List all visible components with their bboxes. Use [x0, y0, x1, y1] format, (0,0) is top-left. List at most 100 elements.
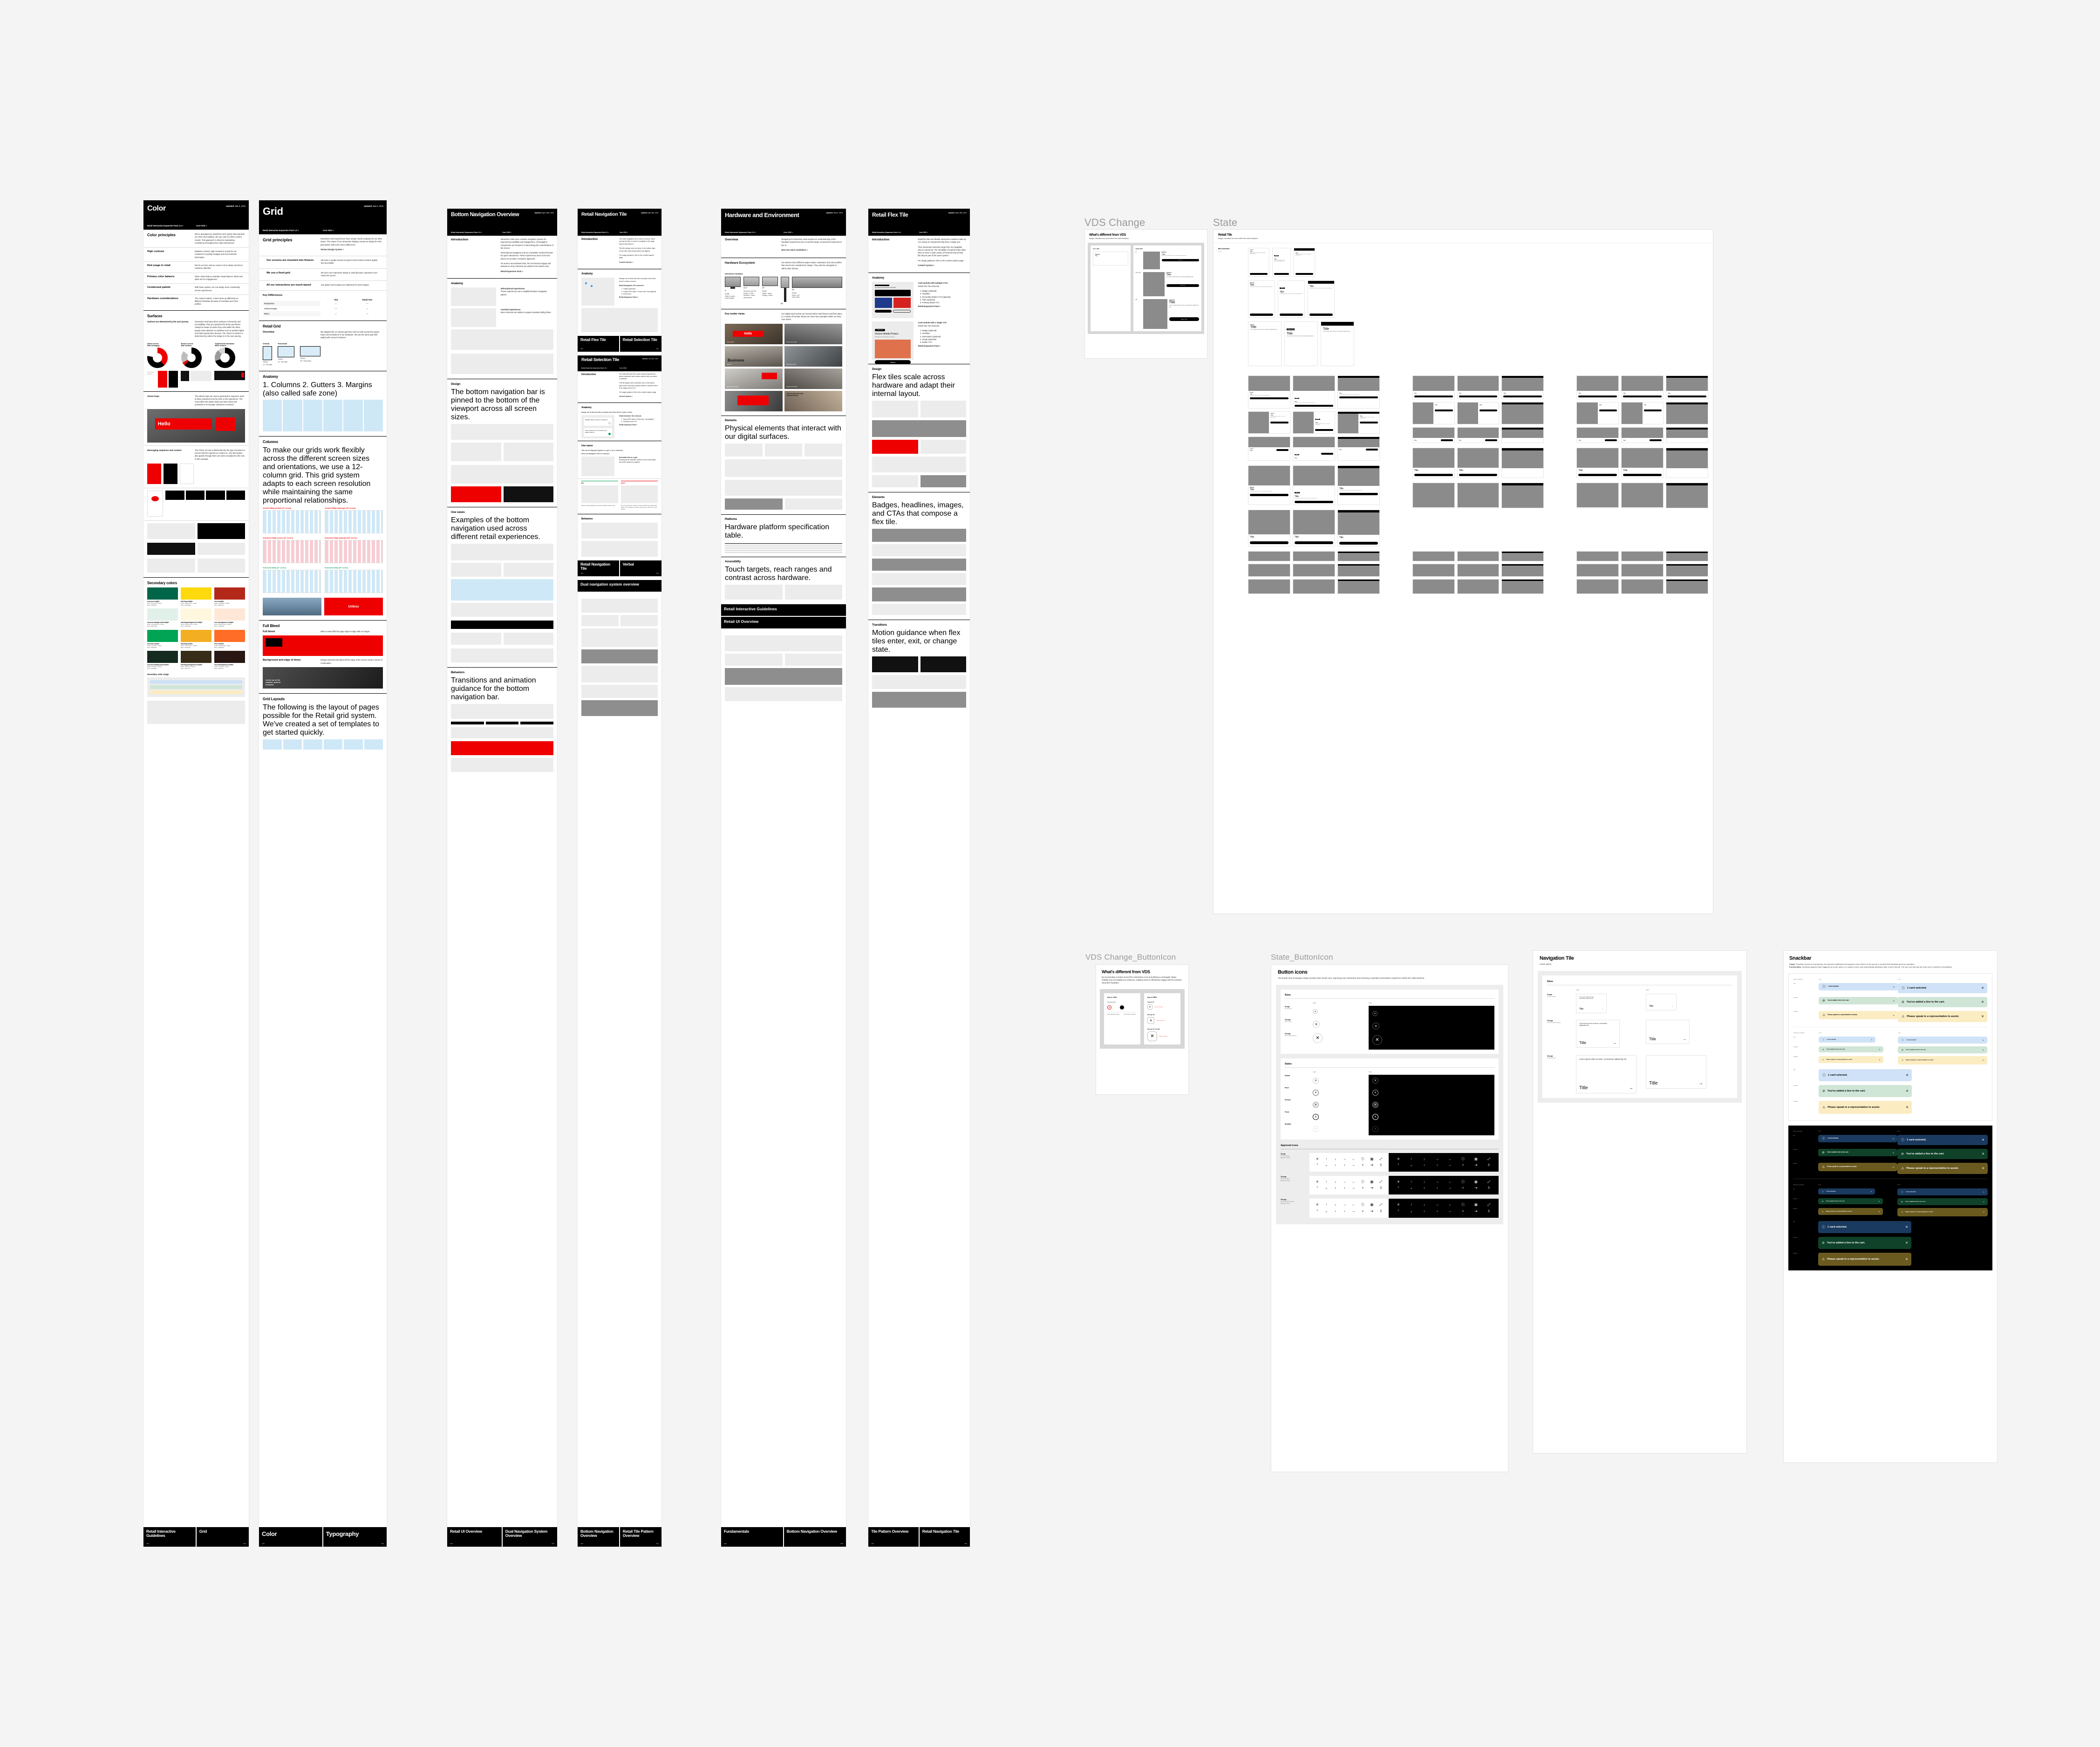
section-attract-loops: Attract loops The Attract loops are used…	[143, 391, 249, 443]
snackbar-warning-dark[interactable]: ⚠ Please speak to a representative to ass…	[1818, 1253, 1911, 1266]
snackbar-success[interactable]: ⊘ You've added a line to the cart. ✕	[1898, 997, 1987, 1007]
footer-prev[interactable]: Retail UI Overview ←	[447, 1527, 502, 1547]
snackbar-info[interactable]: ⓘ 1 card selected. ✕	[1898, 983, 1987, 993]
snackbar-success-dark[interactable]: ⊘ You've added a line to the cart. ✕	[1818, 1237, 1911, 1249]
inline-divider-guidelines[interactable]: Retail Interactive Guidelines Retail UI …	[721, 604, 846, 628]
breadcrumb-left[interactable]: Retail Interactive Expansion Pack 1.0 >	[263, 229, 323, 232]
footer-prev[interactable]: Tile Pattern Overview ←	[868, 1527, 919, 1547]
snackbar-success[interactable]: ⊘ You've added a line to the cart. ✕	[1819, 997, 1898, 1004]
snackbar-warning[interactable]: ⚠ Please speak to a representative to ass…	[1819, 1101, 1912, 1114]
figma-canvas[interactable]: Color Updated: Mar 6, 2023 Retail Intera…	[0, 0, 2100, 1747]
snackbar-warning[interactable]: ⚠ Please speak to a representative to ass…	[1819, 1011, 1898, 1019]
doc-footer-nav[interactable]: Retail Interactive Guidelines ← Grid →	[143, 1527, 249, 1547]
frame-label-state[interactable]: State	[1213, 217, 1237, 229]
breadcrumb-left[interactable]: Retail Interactive Expansion Pack 1.0 >	[451, 232, 502, 233]
doc-footer-nav[interactable]: Bottom Navigation Overview ← Retail Tile …	[578, 1527, 661, 1547]
frame-label-state-buttonicon[interactable]: State_ButtonIcon	[1271, 953, 1333, 962]
panel-snackbar[interactable]: Snackbar Usage: Snackbar serves as a tem…	[1783, 950, 1998, 1463]
chevron-right-icon: ›	[1344, 1187, 1345, 1190]
arrow-right-icon: →	[655, 346, 659, 351]
exit-icon: ⇥	[1474, 1209, 1478, 1213]
navigation-tile[interactable]: Title →	[1646, 993, 1677, 1010]
navigation-tile[interactable]: Title →	[1646, 1055, 1706, 1089]
snackbar-info-dark[interactable]: ⓘ 1 card selected. ✕	[1897, 1188, 1988, 1195]
footer-prev[interactable]: Fundamentals ←	[721, 1527, 784, 1547]
snackbar-success-dark[interactable]: ⊘ You've added a line to the cart. ✕	[1818, 1198, 1883, 1204]
snackbar-info-dark[interactable]: ⓘ 1 card selected. ✕	[1818, 1135, 1897, 1142]
breadcrumb-left[interactable]: Retail Interactive Expansion Pack 1.0 >	[147, 225, 196, 227]
footer-next[interactable]: Bottom Navigation Overview →	[784, 1527, 846, 1547]
footer-prev[interactable]: Retail Interactive Guidelines ←	[143, 1527, 196, 1547]
inline-divider-nav-verbal[interactable]: Retail Navigation Tile ← Verbal → Dual nav…	[578, 560, 661, 592]
snackbar-success[interactable]: ⊘ You've added a line to the cart. ✕	[1819, 1046, 1884, 1052]
breadcrumb-right[interactable]: Core VDS >	[784, 232, 793, 233]
frame-label-vds-change-buttonicon[interactable]: VDS Change_ButtonIcon	[1085, 953, 1176, 962]
navigation-tile[interactable]: Lorem ipsum dolor sit amet, consectetur …	[1576, 993, 1607, 1013]
breadcrumb-left[interactable]: Retail Interactive Expansion Pack 1.0 >	[872, 232, 919, 233]
section-link[interactable]: Verizon Design System >	[320, 248, 383, 251]
breadcrumb-right[interactable]: Core VDS >	[323, 229, 334, 232]
footer-prev[interactable]: Bottom Navigation Overview ←	[578, 1527, 620, 1547]
breadcrumb-right[interactable]: Core VDS >	[919, 232, 928, 233]
snackbar-info[interactable]: ⓘ 1 card selected. ✕	[1819, 983, 1898, 990]
snackbar-warning[interactable]: ⚠ Please speak to a representative to ass…	[1898, 1056, 1987, 1065]
snackbar-warning-dark[interactable]: ⚠ Please speak to a representative to ass…	[1897, 1208, 1988, 1216]
chevron-left-icon: ‹	[1424, 1209, 1425, 1213]
panel-state[interactable]: Retail Tile Margin, elevation and color …	[1213, 229, 1713, 914]
snackbar-warning[interactable]: ⚠ Please speak to a representative to ass…	[1898, 1011, 1987, 1022]
footer-next[interactable]: Dual Navigation System Overview →	[502, 1527, 557, 1547]
navigation-tile[interactable]: Title →	[1646, 1019, 1690, 1044]
doc-hardware-environment[interactable]: Hardware and Environment Updated: Mar 6,…	[721, 209, 846, 1547]
doc-retail-flex-tile[interactable]: Retail Flex Tile Updated: April 18th, 20…	[868, 209, 970, 1547]
panel-vds-change-buttonicon[interactable]: What's different from VDS By incorporati…	[1096, 964, 1189, 1095]
footer-next[interactable]: Grid →	[196, 1527, 249, 1547]
doc-grid[interactable]: Grid Updated: Mar 6, 2023 Retail Interac…	[259, 200, 387, 1547]
snackbar-success-dark[interactable]: ⊘ You've added a line to the cart. ✕	[1897, 1149, 1988, 1159]
footer-next[interactable]: Retail Navigation Tile →	[919, 1527, 970, 1547]
breadcrumb-right[interactable]: Core VDS >	[502, 232, 511, 233]
snackbar-success[interactable]: ⊘ You've added a line to the cart. ✕	[1898, 1046, 1987, 1053]
info-icon: ⓘ	[1902, 1038, 1904, 1041]
doc-footer-nav[interactable]: Tile Pattern Overview ← Retail Navigation…	[868, 1527, 970, 1547]
arrow-left-icon: ←	[261, 1541, 266, 1545]
footer-next[interactable]: Typography →	[323, 1527, 387, 1547]
subhead: Secondary color usage	[147, 673, 169, 676]
doc-bottom-navigation[interactable]: Bottom Navigation Overview Updated: Apri…	[447, 209, 557, 1547]
doc-retail-selection-tile[interactable]: Retail Selection Tile Updated: April 18t…	[578, 355, 661, 557]
inline-divider-flex-selection[interactable]: Retail Flex Tile ← Retail Selection Tile →	[578, 336, 661, 352]
section-secondary-colors: Secondary colors success-onlight RGB: 0/1…	[143, 577, 249, 724]
snackbar-info-dark[interactable]: ⓘ 1 card selected. ✕	[1818, 1221, 1911, 1233]
footer-next[interactable]: Retail Tile Pattern Overview →	[620, 1527, 661, 1547]
snackbar-info-dark[interactable]: ⓘ 1 card selected. ✕	[1897, 1135, 1988, 1145]
snackbar-info-dark[interactable]: ⓘ 1 card selected. ✕	[1818, 1188, 1875, 1194]
doc-color[interactable]: Color Updated: Mar 6, 2023 Retail Intera…	[143, 200, 249, 1547]
panel-state-buttonicon[interactable]: Button icons The border and rectangular …	[1271, 964, 1508, 1472]
navigation-tile[interactable]: Lorem ipsum dolor sit amet, consectetur …	[1576, 1019, 1620, 1048]
snackbar-success[interactable]: ⊘ You've added a line to the cart. ✕	[1819, 1085, 1912, 1097]
breadcrumb-right[interactable]: Core VDS >	[196, 225, 207, 227]
section-link[interactable]: Content System >	[619, 261, 658, 264]
panel-vds-change[interactable]: What's different from VDS Margin, elevat…	[1084, 229, 1207, 359]
snackbar-info[interactable]: ⓘ 1 card selected. ✕	[1819, 1069, 1912, 1081]
snackbar-warning[interactable]: ⚠ Please speak to a representative to ass…	[1819, 1056, 1884, 1063]
snackbar-info[interactable]: ⓘ 1 card selected. ✕	[1819, 1037, 1876, 1043]
doc-footer-nav[interactable]: Retail UI Overview ← Dual Navigation Syst…	[447, 1527, 557, 1547]
breadcrumb-left[interactable]: Retail Interactive Expansion Pack 1.0 >	[725, 232, 784, 233]
snackbar-warning-dark[interactable]: ⚠ Please speak to a representative to ass…	[1897, 1163, 1988, 1174]
snackbar-warning-dark[interactable]: ⚠ Please speak to a representative to ass…	[1818, 1208, 1883, 1215]
snackbar-success-dark[interactable]: ⊘ You've added a line to the cart. ✕	[1818, 1149, 1897, 1156]
doc-footer-nav[interactable]: Fundamentals ← Bottom Navigation Overview…	[721, 1527, 846, 1547]
navigation-tile[interactable]: Lorem ipsum dolor sit amet, consectetur …	[1576, 1055, 1636, 1093]
breadcrumb-left[interactable]: Retail Interactive Expansion Pack 1.0 >	[581, 232, 620, 233]
panel-navigation-tile[interactable]: Navigation Tile Lorem ipsum Sizes Light D…	[1533, 950, 1747, 1454]
snackbar-success-dark[interactable]: ⊘ You've added a line to the cart. ✕	[1897, 1198, 1988, 1205]
breadcrumb-right[interactable]: Core VDS >	[620, 232, 627, 233]
section-link[interactable]: Retail Expansion Pack >	[501, 270, 553, 273]
footer-prev[interactable]: Color ←	[259, 1527, 323, 1547]
snackbar-info[interactable]: ⓘ 1 card selected. ✕	[1898, 1037, 1987, 1044]
doc-retail-navigation-tile[interactable]: Retail Navigation Tile Updated: April 18…	[578, 209, 661, 1547]
frame-label-vds-change[interactable]: VDS Change	[1084, 217, 1145, 229]
snackbar-warning-dark[interactable]: ⚠ Please speak to a representative to ass…	[1818, 1163, 1897, 1171]
section-primary-colors: Messaging sequence and context The choic…	[143, 445, 249, 488]
doc-footer-nav[interactable]: Color ← Typography →	[259, 1527, 387, 1547]
